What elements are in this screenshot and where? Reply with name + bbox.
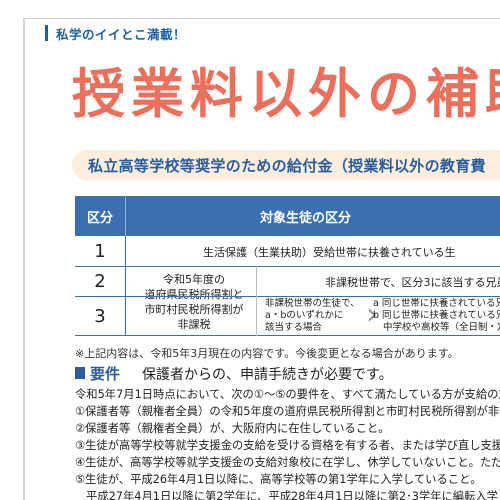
requirement-line: 平成27年4月1日以降に第2学年に、平成28年4月1日以降に第2･3学年に編転入… — [86, 490, 500, 500]
row-3-case-line: b 同じ世帯に扶養されている兄 — [373, 310, 500, 321]
requirement-line: ⑤生徒が、平成26年4月1日以降に、高等学校等の第1学年に入学していること。 — [75, 473, 482, 486]
income-line: 非課税 — [177, 318, 211, 331]
requirement-line: ②保護者等（親権者全員）が、大阪府内に在住していること。 — [75, 422, 390, 435]
column-divider — [256, 266, 257, 336]
table-header-category: 区分 — [75, 196, 126, 236]
income-condition: 令和5年度の 道府県民税所得割と 市町村民税所得割が 非課税 — [135, 270, 253, 334]
row-3-case-line: a 同じ世帯に扶養されている兄 — [373, 298, 500, 309]
table-note: ※上記内容は、令和5年3月現在の内容です。今後変更となる場合があります。 — [75, 347, 459, 360]
table-bottom-border — [75, 335, 500, 336]
row-divider — [75, 296, 500, 297]
row-3-cases: a 同じ世帯に扶養されている兄 b 同じ世帯に扶養されている兄 中学校や高校等（… — [373, 298, 500, 336]
table-header-target: 対象生徒の区分 — [126, 196, 500, 236]
row-3-condition-line: a・bのいずれかに — [265, 310, 344, 321]
requirement-line: ③生徒が高等学校等就学支援金の支給を受ける資格を有する者、または学び直し支援 — [75, 439, 500, 452]
requirements-marker — [75, 367, 85, 379]
row-1-description: 生活保護（生業扶助）受給世帯に扶養されている生 — [203, 246, 456, 259]
page: 私学のイイとこ満載！ 授業料以外の補助 私立高等学校等奨学のための給付金（授業料… — [0, 0, 500, 500]
requirement-line: ④生徒が、高等学校等就学支援金の支給対象校に在学し、休学していないこと。ただ — [75, 456, 500, 469]
row-3-condition-line: 該当する場合 — [265, 322, 323, 333]
income-line: 市町村民税所得割が — [144, 303, 244, 316]
income-line: 道府県民税所得割と — [144, 288, 244, 301]
page-title: 授業料以外の補助 — [72, 64, 500, 125]
income-line: 令和5年度の — [163, 273, 225, 286]
row-number-2: 2 — [75, 266, 126, 296]
row-2-description: 非課税世帯で、区分3に該当する兄弟 — [325, 276, 500, 289]
row-divider — [75, 266, 500, 267]
requirements-heading: 要件 — [90, 365, 121, 383]
requirement-line: ①保護者等（親権者全員）の令和5年度の道府県民税所得割と市町村民税所得割が非 — [75, 405, 500, 418]
eligibility-table: 区分 対象生徒の区分 1 2 3 生活保護（生業扶助）受給世帯に扶養されている生… — [75, 196, 500, 336]
requirement-line: 令和5年7月1日時点において、次の①～⑤の要件を、すべて満たしている方が支給の対 — [75, 388, 500, 401]
catch-phrase: 私学のイイとこ満載！ — [56, 27, 187, 42]
row-number-1: 1 — [75, 236, 126, 266]
row-3-condition: 非課税世帯の生徒で、 a・bのいずれかに 該当する場合 — [265, 298, 370, 336]
top-divider — [24, 18, 500, 19]
row-3-case-line: 中学校や高校等（全日制・定 — [383, 322, 500, 333]
left-frame-line — [23, 18, 25, 500]
page-subtitle: 私立高等学校等奨学のための給付金（授業料以外の教育費 — [88, 157, 486, 175]
row-number-3: 3 — [75, 296, 126, 336]
requirements-subheading: 保護者からの、申請手続きが必要です。 — [142, 367, 393, 383]
catch-phrase-marker — [45, 25, 48, 41]
row-3-condition-line: 非課税世帯の生徒で、 — [265, 298, 360, 309]
